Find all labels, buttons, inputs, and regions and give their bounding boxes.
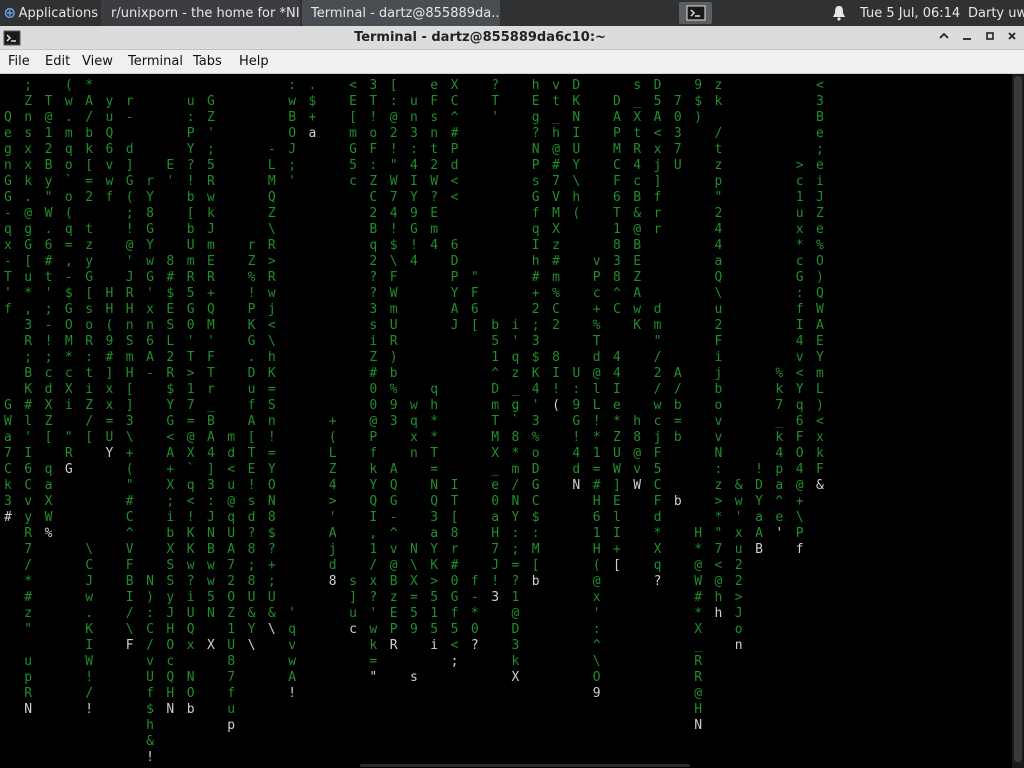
matrix-rain-column: ; Z n s x x k . @ g G [ u * , 3 R ; B K … — [24, 78, 33, 717]
matrix-rain-column: r Z % ! P K G . D u f A [ T E ! s d ? 8 … — [247, 238, 256, 653]
matrix-rain-column: 3 T ! o F : Z C 2 B q 2 ? ? 3 s i Z # 0 … — [369, 78, 378, 685]
minimize-button[interactable] — [958, 29, 976, 47]
matrix-rain-column: 7 0 3 7 U A / b = b b — [673, 94, 682, 509]
menubar: File Edit View Terminal Tabs Help — [0, 50, 1024, 74]
matrix-rain-column: u n 3 : 4 I Y 9 G ! 4 w q x n N \ X = 5 … — [410, 94, 418, 685]
matrix-rain-column: < 3 B e ; e i J Z e % O ) Q W A E Y m L … — [816, 78, 824, 493]
matrix-rain-column: y u Q 6 v w f H H ( 9 # ] x x = U Y — [105, 94, 114, 461]
user-menu[interactable]: Darty uwu — [968, 0, 1024, 26]
taskbar: Applications r/unixporn - the home for *… — [0, 0, 1024, 26]
terminal-launcher[interactable] — [679, 2, 712, 24]
matrix-rain-column: < E [ m G 5 c s ] u c — [349, 78, 357, 637]
matrix-rain-column: " F 6 [ f - * 0 ? — [470, 270, 479, 653]
matrix-rain-column: ! D Y a A B — [755, 462, 763, 557]
matrix-rain-column: h E g ? N P s G f q I h # + 2 ; 3 $ K 4 … — [531, 78, 540, 589]
taskbar-terminal-window[interactable]: Terminal - dartz@855889da... — [302, 0, 500, 26]
matrix-rain-column: T @ 1 2 B y " W . 6 # t ' ; - ! ; c d X … — [44, 94, 53, 541]
matrix-rain-column: e F s n t 2 W ? E m 4 q h * * T = N Q 3 … — [430, 78, 439, 653]
window-titlebar[interactable]: Terminal - dartz@855889da6c10:~ — [0, 26, 1024, 50]
matrix-rain-column: r Y 8 G Y w G ' x n 6 A - N ) : C / v U … — [146, 174, 154, 765]
matrix-rain-column: & w ' x u 2 2 > J o n — [734, 478, 743, 653]
matrix-rain-column: % k 7 _ k 4 p a ^ e ' — [775, 366, 784, 541]
matrix-rain-column: D K N I U Y \ h ( U : 9 G ! 4 d N — [572, 78, 581, 493]
horizontal-scroll-indicator — [360, 764, 690, 767]
terminal-launcher-icon — [686, 5, 705, 21]
applications-icon — [4, 7, 15, 19]
matrix-rain-column: - L M Q Z \ R > R w j < \ h K = S n ! = … — [267, 142, 276, 637]
matrix-rain-column: ? T ' b 5 1 ^ D m T M X _ e 0 a H 7 J ! … — [491, 78, 500, 605]
matrix-rain-column: * A / b k [ = 2 t z y G [ s o R : t i Z … — [85, 78, 94, 717]
applications-menu-button[interactable]: Applications — [2, 0, 98, 26]
user-name: Darty uwu — [968, 5, 1024, 21]
matrix-rain-column: 9 $ ) H * @ W # * X _ R R @ H N — [694, 78, 703, 733]
matrix-rain-column: v t _ h @ # 7 V M X z # m % C 2 8 I ! ( — [552, 78, 560, 413]
window-title: Terminal - dartz@855889da6c10:~ — [354, 30, 606, 45]
bell-icon — [833, 6, 845, 21]
menu-edit[interactable]: Edit — [45, 50, 70, 74]
terminal-output[interactable]: Q e g n G G - q x - T ' f G W a 7 C k 3 … — [0, 74, 1012, 768]
maximize-icon — [986, 32, 994, 40]
minimize-icon — [963, 38, 971, 40]
matrix-rain-column: X C ^ # P d < < 6 D P Y A J I T [ 8 r # … — [450, 78, 459, 669]
taskbar-browser-window[interactable]: r/unixporn - the home for *NI... — [101, 0, 300, 26]
matrix-rain-column: v P c + % T d @ l L ! * 1 = # H 6 1 H ( … — [592, 254, 601, 701]
close-icon — [1008, 32, 1016, 40]
matrix-rain-column: s _ X t R 4 c B & @ B E Z A w K h 8 @ v … — [633, 78, 642, 493]
menu-tabs[interactable]: Tabs — [193, 50, 222, 74]
close-button[interactable] — [1003, 29, 1021, 47]
matrix-rain-column: + ( L Z 4 > ' A j d 8 — [328, 414, 337, 589]
matrix-rain-column: G Z ' ; 5 R w k J m E R + Q M ' F T r _ … — [207, 94, 215, 653]
matrix-rain-column: > c 1 u x * c G : f I 4 v < Y q 6 F O 4 … — [795, 158, 804, 557]
terminal-window-label: Terminal - dartz@855889da... — [311, 5, 500, 21]
matrix-rain-column: Q e g n G G - q x - T ' f G W a 7 C k 3 … — [4, 110, 12, 525]
matrix-rain-column: r - d ] G ( ; ! @ ' J R H n S m H [ ] 3 … — [125, 94, 134, 653]
matrix-rain-column: D A P M C F 6 T 1 8 3 8 ^ C 4 4 I e * Z … — [613, 94, 621, 573]
matrix-rain-column: z k / t z p " 2 4 4 a Q \ u 2 F i j b o … — [714, 78, 723, 621]
matrix-rain-column: . $ + a — [308, 78, 317, 141]
clock[interactable]: Tue 5 Jul, 06:14 — [860, 0, 960, 26]
shade-button[interactable] — [935, 29, 953, 47]
maximize-button[interactable] — [981, 29, 999, 47]
menu-terminal[interactable]: Terminal — [128, 50, 183, 74]
browser-window-label: r/unixporn - the home for *NI... — [111, 5, 300, 21]
matrix-rain-column: ( w . m q o ` o ( q = , - $ G O M * c X … — [64, 78, 73, 477]
matrix-rain-column: u : P Y ? ! b [ b U m R 5 G 0 ' T > 1 7 … — [186, 94, 195, 717]
menu-view[interactable]: View — [82, 50, 113, 74]
notifications-bell[interactable] — [830, 0, 848, 26]
clock-text: Tue 5 Jul, 06:14 — [860, 5, 960, 21]
matrix-rain-column: : w B O J ; ' ' q v w A ! — [288, 78, 297, 701]
applications-label: Applications — [18, 5, 98, 21]
matrix-rain-column: D 5 A < x j ] f r r d m " / 2 / w c j F … — [653, 78, 662, 589]
matrix-rain-column: m d < u @ q U A 7 2 O Z 1 U 8 7 f u p — [227, 430, 236, 733]
menu-file[interactable]: File — [8, 50, 30, 74]
scrollbar-thumb[interactable] — [1014, 76, 1022, 762]
chevron-up-icon — [939, 32, 949, 39]
vertical-scrollbar[interactable] — [1012, 74, 1024, 768]
matrix-rain-column: E ' 8 # $ E S L 2 R $ Y G < A + X ; i b … — [166, 158, 175, 717]
matrix-rain-column: i ' q z _ g ` 8 * m / N Y : ; = ? 1 @ D … — [511, 318, 520, 685]
menu-help[interactable]: Help — [239, 50, 269, 74]
matrix-rain-column: [ : @ 2 ! " W 7 4 ! $ \ F W m U R ) b % … — [389, 78, 398, 653]
